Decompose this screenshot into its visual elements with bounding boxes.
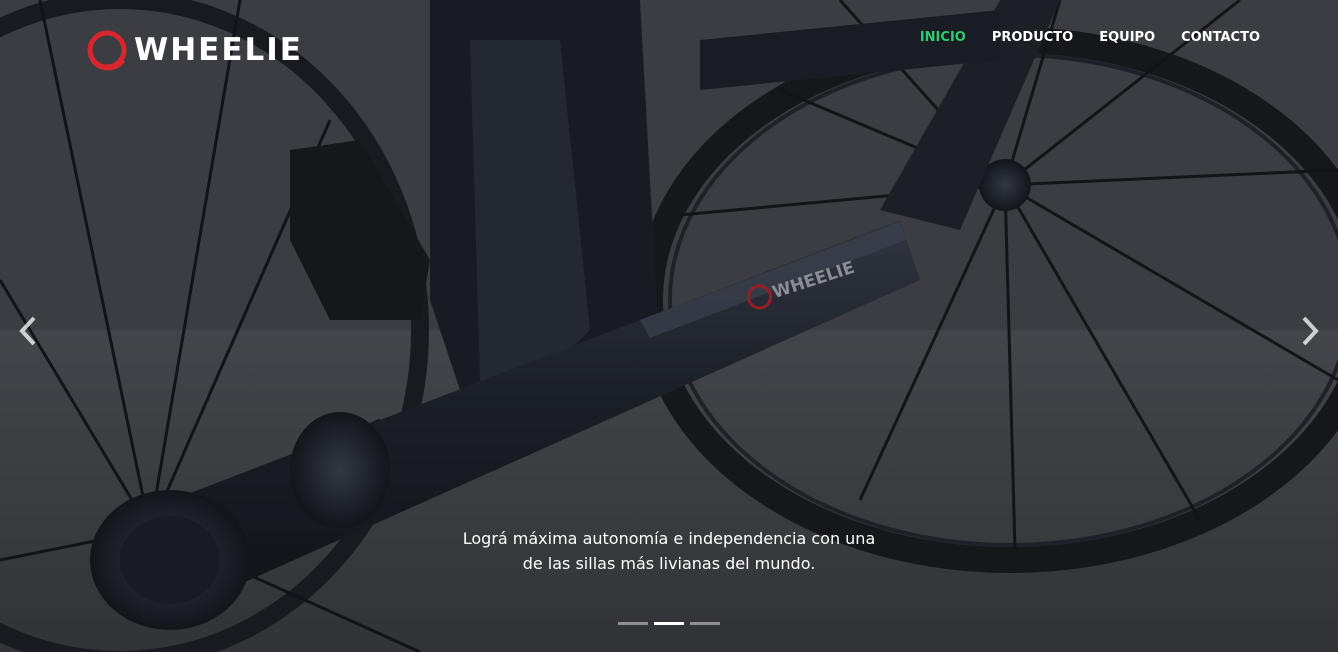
carousel-indicators	[0, 622, 1338, 625]
red-ring-logo-icon	[87, 30, 127, 71]
nav-item-inicio[interactable]: INICIO	[920, 30, 966, 45]
caption-line-2: de las sillas más livianas del mundo.	[522, 554, 816, 573]
carousel-next-button[interactable]	[1298, 314, 1322, 348]
carousel-prev-button[interactable]	[16, 314, 40, 348]
carousel-indicator-3[interactable]	[690, 622, 720, 625]
nav-item-contacto[interactable]: CONTACTO	[1181, 30, 1260, 45]
carousel-indicator-1[interactable]	[618, 622, 648, 625]
caption-line-1: Lográ máxima autonomía e independencia c…	[462, 529, 876, 548]
chevron-right-icon	[1302, 316, 1319, 346]
chevron-left-icon	[19, 316, 36, 346]
carousel-caption: Lográ máxima autonomía e independencia c…	[0, 526, 1338, 576]
brand-name: WHEELIE	[134, 31, 303, 68]
nav-item-producto[interactable]: PRODUCTO	[992, 30, 1073, 45]
hero-carousel: WHEELIE WHEELIE INICIO PRODUCTO EQUIPO C…	[0, 0, 1338, 652]
brand-logo[interactable]: WHEELIE	[84, 26, 303, 74]
nav-item-equipo[interactable]: EQUIPO	[1099, 30, 1155, 45]
main-nav: INICIO PRODUCTO EQUIPO CONTACTO	[920, 30, 1260, 45]
carousel-indicator-2[interactable]	[654, 622, 684, 625]
